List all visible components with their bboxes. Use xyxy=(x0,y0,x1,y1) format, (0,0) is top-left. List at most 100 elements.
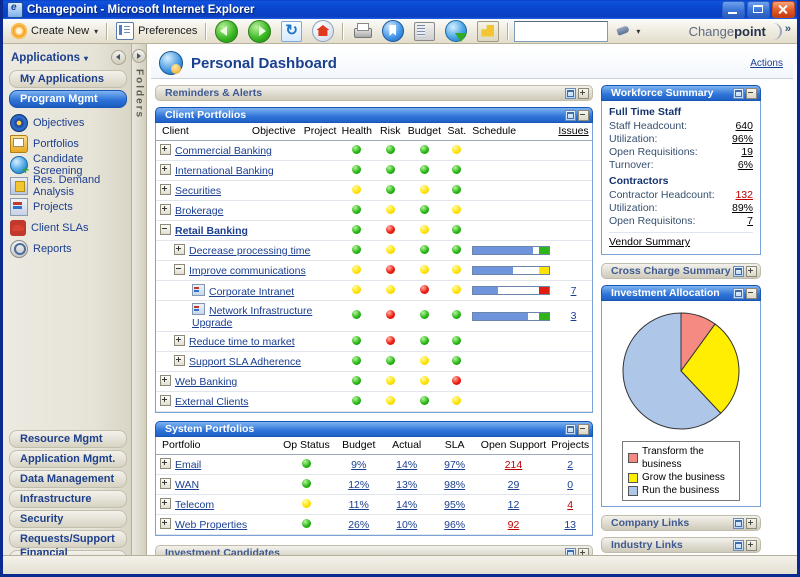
row-label-link[interactable]: Commercial Banking xyxy=(175,145,272,157)
expand-icon[interactable] xyxy=(174,355,185,366)
sidebar-group-resource-mgmt[interactable]: Resource Mgmt xyxy=(9,430,127,448)
sidebar-item-candidate-screening[interactable]: Candidate Screening xyxy=(10,153,131,177)
actual-link[interactable]: 10% xyxy=(396,519,417,531)
folders-expand-button[interactable] xyxy=(132,49,146,63)
sidebar-group-program-mgmt[interactable]: Program Mgmt xyxy=(9,90,127,108)
search-input[interactable] xyxy=(514,20,609,42)
sidebar-title[interactable]: Applications ▾ xyxy=(11,52,88,64)
panel-header-investment-allocation[interactable]: Investment Allocation xyxy=(601,285,761,301)
collapse-icon[interactable] xyxy=(160,224,171,235)
sidebar-group-infrastructure[interactable]: Infrastructure xyxy=(9,490,127,508)
popout-icon[interactable] xyxy=(565,423,576,435)
summary-value[interactable]: 89% xyxy=(732,202,753,215)
collapse-icon[interactable] xyxy=(578,423,589,435)
panel-header-client-portfolios[interactable]: Client Portfolios xyxy=(155,107,593,123)
summary-value[interactable]: 640 xyxy=(735,120,753,133)
sidebar-group-security[interactable]: Security xyxy=(9,510,127,528)
popout-icon[interactable] xyxy=(733,539,744,551)
print-button[interactable] xyxy=(347,21,377,41)
panel-header-cross-charge-summary[interactable]: Cross Charge Summary xyxy=(601,263,761,279)
sidebar-group-application-mgmt[interactable]: Application Mgmt. xyxy=(9,450,127,468)
portfolio-link[interactable]: WAN xyxy=(175,479,199,491)
projects-link[interactable]: 2 xyxy=(567,459,573,471)
panel-header-company-links[interactable]: Company Links xyxy=(601,515,761,531)
summary-value[interactable]: 96% xyxy=(732,133,753,146)
row-label-link[interactable]: Retail Banking xyxy=(175,225,248,237)
budget-link[interactable]: 12% xyxy=(348,479,369,491)
edit-button[interactable]: ▾ xyxy=(610,21,645,41)
expand-icon[interactable] xyxy=(160,144,171,155)
open-support-link[interactable]: 92 xyxy=(508,519,520,531)
preferences-button[interactable]: Preferences xyxy=(111,21,202,41)
sidebar-item-reports[interactable]: Reports xyxy=(10,238,131,259)
sidebar-collapse-button[interactable] xyxy=(111,50,126,65)
row-label-link[interactable]: Reduce time to market xyxy=(189,336,295,348)
row-label-link[interactable]: Support SLA Adherence xyxy=(189,356,301,368)
table-row[interactable]: WAN 12% 13% 98% 29 0 xyxy=(156,474,592,495)
table-row[interactable]: Retail Banking xyxy=(156,220,592,241)
portfolio-link[interactable]: Web Properties xyxy=(175,519,247,531)
sidebar-group-my-applications[interactable]: My Applications xyxy=(9,70,127,88)
summary-value[interactable]: 7 xyxy=(747,215,753,228)
close-button[interactable] xyxy=(772,1,795,18)
budget-link[interactable]: 9% xyxy=(351,459,366,471)
row-label-link[interactable]: Corporate Intranet xyxy=(209,286,294,298)
sidebar-item-projects[interactable]: Projects xyxy=(10,196,131,217)
expand-icon[interactable] xyxy=(578,87,589,99)
table-row[interactable]: Network Infrastructure Upgrade 3 xyxy=(156,300,592,332)
create-new-button[interactable]: Create New ▾ xyxy=(6,21,103,41)
sidebar-group-data-management[interactable]: Data Management xyxy=(9,470,127,488)
panel-header-workforce-summary[interactable]: Workforce Summary xyxy=(601,85,761,101)
row-label-link[interactable]: Web Banking xyxy=(175,376,237,388)
sla-link[interactable]: 95% xyxy=(444,499,465,511)
popout-icon[interactable] xyxy=(733,265,744,277)
expand-icon[interactable] xyxy=(160,375,171,386)
table-row[interactable]: Corporate Intranet 7 xyxy=(156,280,592,301)
popout-icon[interactable] xyxy=(733,287,744,299)
open-support-link[interactable]: 214 xyxy=(505,459,523,471)
sidebar-group-requests-support[interactable]: Requests/Support xyxy=(9,530,127,548)
table-row[interactable]: Improve communications xyxy=(156,260,592,281)
popout-icon[interactable] xyxy=(565,87,576,99)
expand-icon[interactable] xyxy=(174,244,185,255)
sidebar-item-portfolios[interactable]: Portfolios xyxy=(10,133,131,154)
portfolio-link[interactable]: Email xyxy=(175,459,201,471)
row-label-link[interactable]: International Banking xyxy=(175,165,274,177)
table-row[interactable]: Web Properties 26% 10% 96% 92 13 xyxy=(156,514,592,535)
row-label-link[interactable]: Decrease processing time xyxy=(189,245,310,257)
table-row[interactable]: Telecom 11% 14% 95% 12 4 xyxy=(156,494,592,515)
popout-icon[interactable] xyxy=(733,87,744,99)
table-row[interactable]: External Clients xyxy=(156,391,592,412)
toolbar-overflow-icon[interactable]: » xyxy=(785,23,791,35)
table-row[interactable]: Brokerage xyxy=(156,200,592,221)
sla-link[interactable]: 98% xyxy=(444,479,465,491)
panel-header-reminders-alerts[interactable]: Reminders & Alerts xyxy=(155,85,593,101)
open-support-link[interactable]: 12 xyxy=(508,499,520,511)
row-label-link[interactable]: Network Infrastructure Upgrade xyxy=(192,305,312,329)
table-row[interactable]: Decrease processing time xyxy=(156,240,592,261)
table-row[interactable]: Reduce time to market xyxy=(156,331,592,352)
expand-icon[interactable] xyxy=(746,539,757,551)
sidebar-item-res-demand-analysis[interactable]: Res. Demand Analysis xyxy=(10,174,131,198)
expand-icon[interactable] xyxy=(746,517,757,529)
popout-icon[interactable] xyxy=(565,109,576,121)
refresh-button[interactable] xyxy=(276,20,307,42)
expand-icon[interactable] xyxy=(746,265,757,277)
row-label-link[interactable]: Improve communications xyxy=(189,265,306,277)
table-row[interactable]: Support SLA Adherence xyxy=(156,351,592,372)
maximize-button[interactable] xyxy=(747,1,770,18)
budget-link[interactable]: 11% xyxy=(349,499,369,511)
minimize-button[interactable] xyxy=(722,1,745,18)
summary-value[interactable]: 19 xyxy=(741,146,753,159)
projects-link[interactable]: 4 xyxy=(567,499,573,511)
folders-panel-tab[interactable]: Folders xyxy=(132,44,147,572)
collapse-icon[interactable] xyxy=(174,264,185,275)
budget-link[interactable]: 26% xyxy=(348,519,369,531)
panel-header-industry-links[interactable]: Industry Links xyxy=(601,537,761,553)
table-row[interactable]: Web Banking xyxy=(156,371,592,392)
sidebar-item-client-slas[interactable]: Client SLAs xyxy=(10,217,131,238)
open-support-link[interactable]: 29 xyxy=(508,479,520,491)
globe-download-button[interactable] xyxy=(440,20,472,42)
vendor-summary-link[interactable]: Vendor Summary xyxy=(609,236,690,248)
popout-icon[interactable] xyxy=(733,517,744,529)
